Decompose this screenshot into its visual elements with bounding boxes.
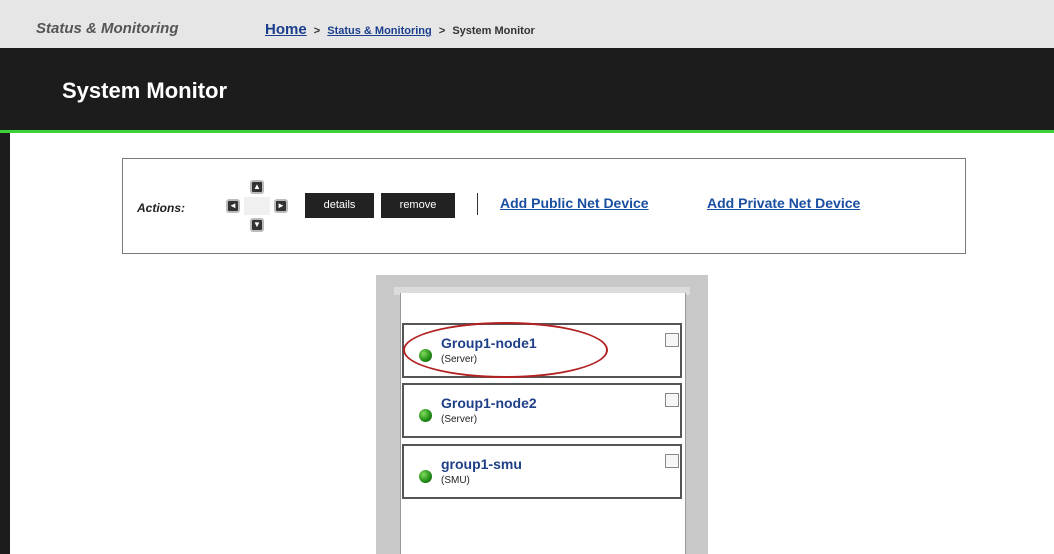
highlight-ellipse [403, 322, 608, 378]
breadcrumb-current: System Monitor [452, 25, 535, 37]
device-select-checkbox[interactable] [665, 333, 679, 347]
top-breadcrumb-bar: Status & Monitoring Home > Status & Moni… [0, 0, 1054, 48]
direction-pad: ▲ ◄ ► ▼ [218, 179, 296, 233]
page-title: System Monitor [62, 78, 228, 103]
breadcrumb-separator: > [313, 25, 321, 37]
status-led-icon [419, 470, 432, 483]
divider [477, 193, 478, 215]
breadcrumb: Home > Status & Monitoring > System Moni… [265, 21, 535, 38]
section-title: Status & Monitoring [36, 20, 179, 37]
move-up-icon[interactable]: ▲ [250, 180, 264, 194]
actions-label: Actions: [137, 201, 185, 215]
device-type: (Server) [441, 414, 478, 425]
details-button[interactable]: details [305, 193, 374, 218]
add-private-net-device-link[interactable]: Add Private Net Device [707, 195, 860, 211]
move-left-icon[interactable]: ◄ [226, 199, 240, 213]
device-slot-group1-smu[interactable]: group1-smu (SMU) [402, 444, 682, 499]
device-slot-group1-node2[interactable]: Group1-node2 (Server) [402, 383, 682, 438]
status-led-icon [419, 409, 432, 422]
breadcrumb-status-monitoring-link[interactable]: Status & Monitoring [327, 25, 432, 37]
device-type: (SMU) [441, 475, 470, 486]
device-select-checkbox[interactable] [665, 454, 679, 468]
page-header: System Monitor [0, 48, 1054, 133]
device-select-checkbox[interactable] [665, 393, 679, 407]
add-public-net-device-link[interactable]: Add Public Net Device [500, 195, 649, 211]
remove-button[interactable]: remove [381, 193, 455, 218]
move-down-icon[interactable]: ▼ [250, 218, 264, 232]
device-name-link[interactable]: group1-smu [441, 456, 522, 472]
device-name-link[interactable]: Group1-node2 [441, 395, 537, 411]
left-stripe [0, 133, 10, 554]
move-right-icon[interactable]: ► [274, 199, 288, 213]
actions-panel: Actions: ▲ ◄ ► ▼ details remove Add Publ… [122, 158, 966, 254]
breadcrumb-home-link[interactable]: Home [265, 21, 307, 38]
dpad-center [244, 197, 270, 215]
breadcrumb-separator: > [438, 25, 446, 37]
